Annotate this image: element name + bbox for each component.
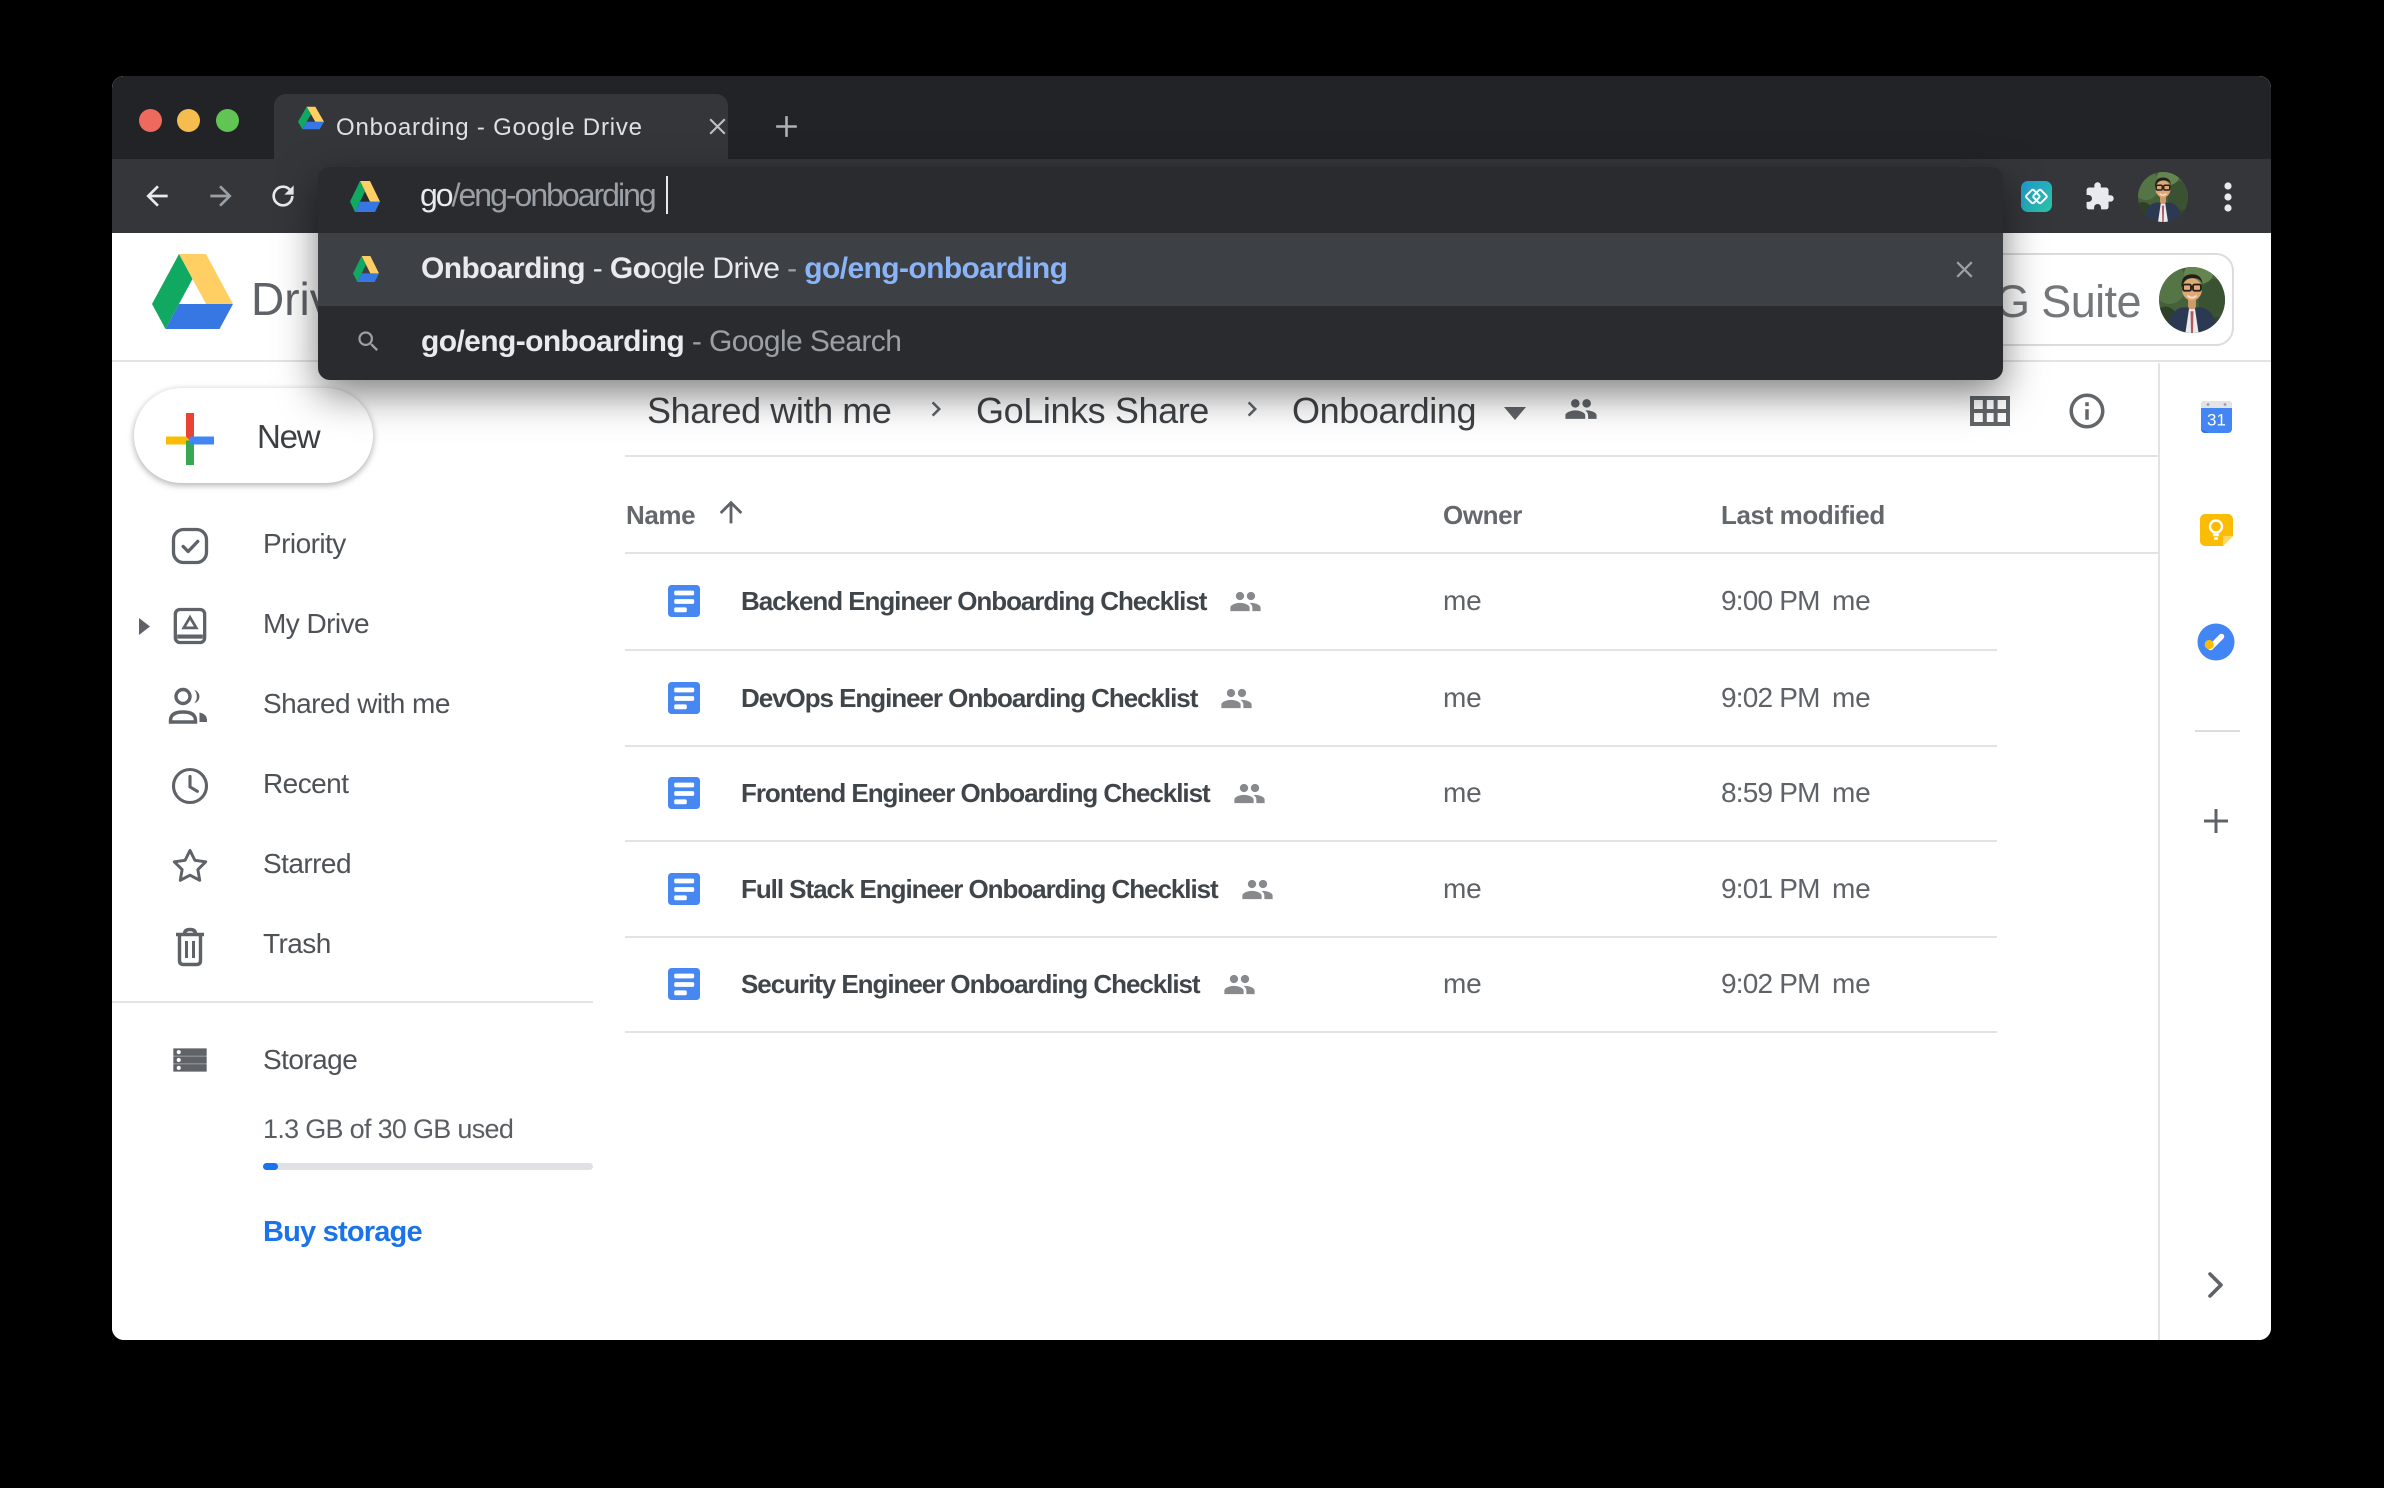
svg-text:31: 31 xyxy=(2207,411,2226,430)
